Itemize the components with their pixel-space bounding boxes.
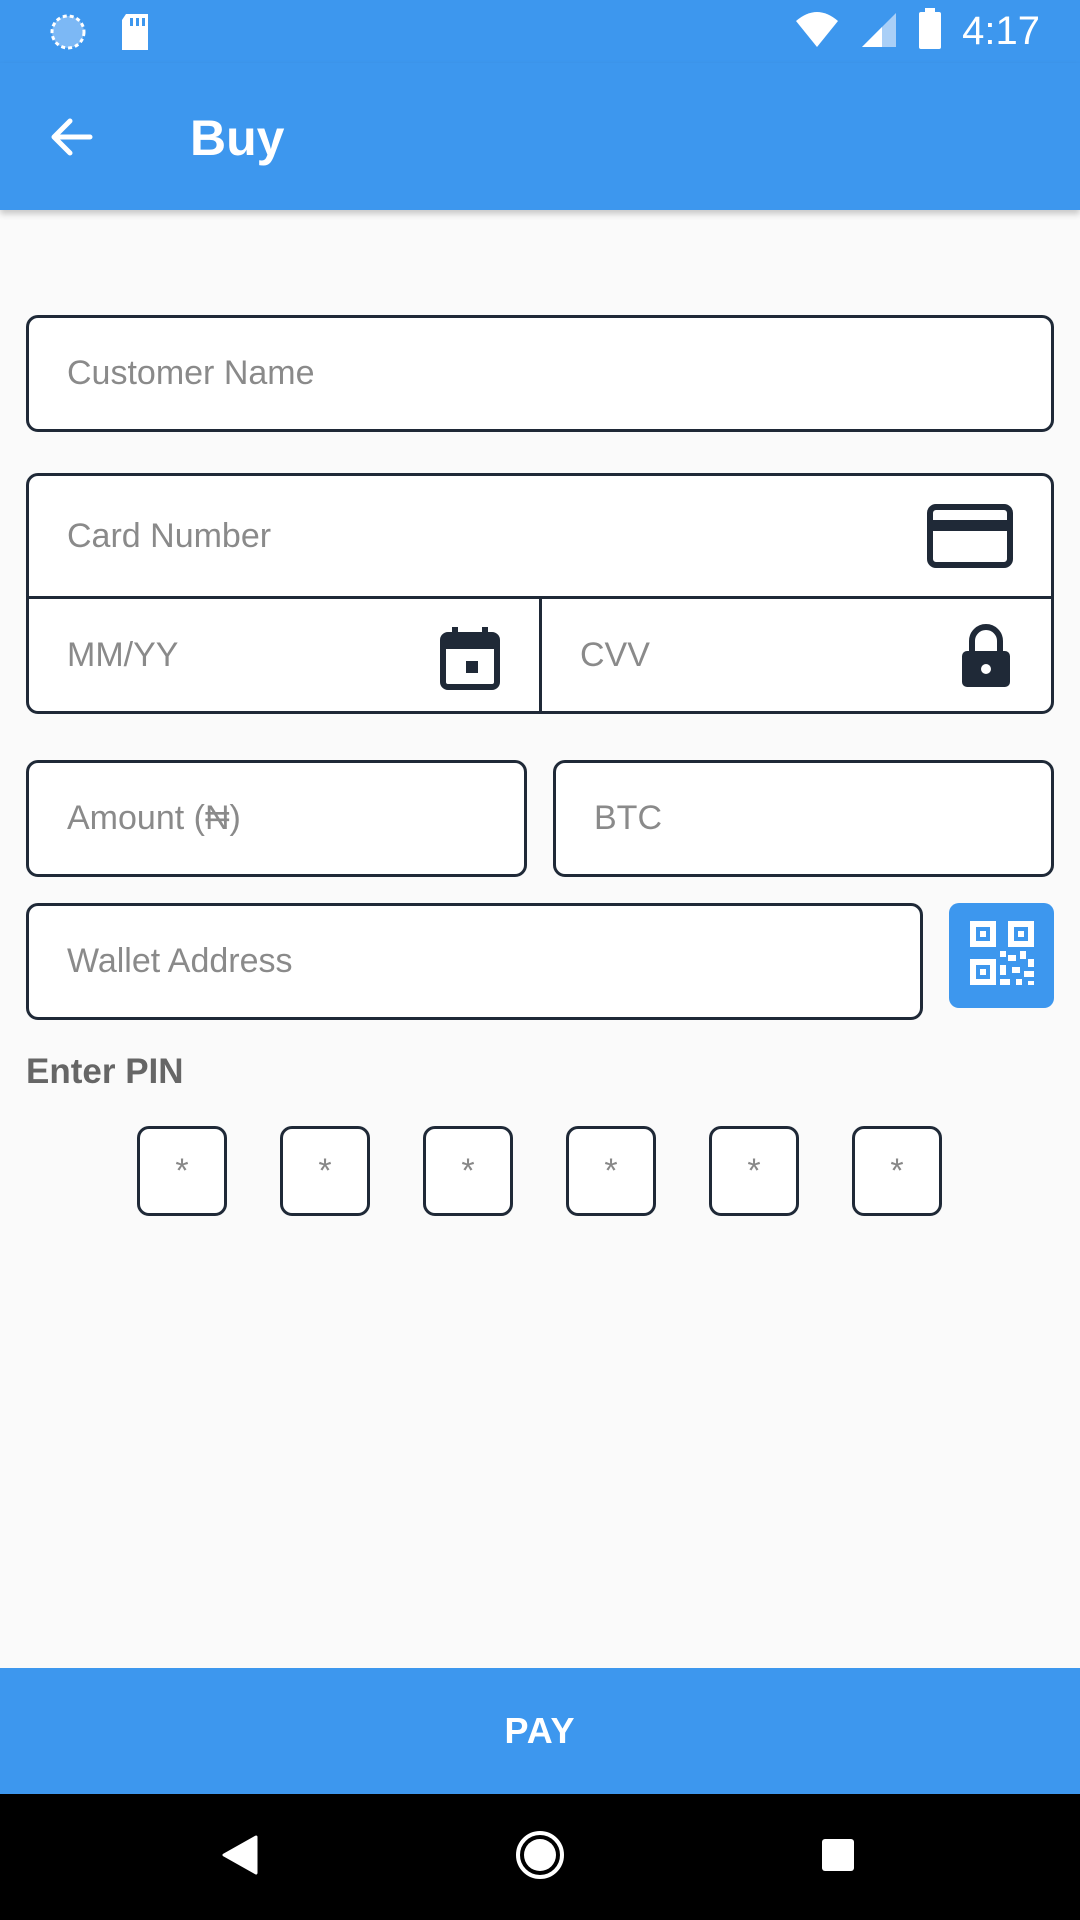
expiry-field[interactable] (26, 596, 542, 714)
sd-card-icon (118, 12, 152, 57)
pin-box[interactable]: * (280, 1126, 370, 1216)
system-nav-bar (0, 1794, 1080, 1920)
card-number-field[interactable] (26, 473, 1054, 599)
arrow-back-icon (48, 113, 96, 166)
back-nav-button[interactable] (205, 1822, 275, 1892)
lock-icon (959, 623, 1013, 694)
cvv-input[interactable] (580, 599, 886, 711)
pin-label: Enter PIN (26, 1052, 184, 1091)
credit-card-icon (927, 504, 1013, 573)
scan-qr-button[interactable] (949, 903, 1054, 1008)
pin-box[interactable]: * (566, 1126, 656, 1216)
customer-name-input[interactable] (67, 318, 834, 429)
status-time: 4:17 (962, 9, 1040, 53)
wallet-address-field[interactable] (26, 903, 923, 1020)
btc-input[interactable] (594, 763, 966, 874)
pay-button[interactable]: PAY (0, 1668, 1080, 1794)
recents-nav-button[interactable] (803, 1822, 873, 1892)
card-number-input[interactable] (67, 476, 834, 596)
expiry-input[interactable] (67, 599, 373, 711)
pin-box[interactable]: * (852, 1126, 942, 1216)
calendar-icon (439, 625, 501, 696)
status-bar: 4:17 (0, 0, 1080, 63)
back-nav-icon (220, 1833, 260, 1882)
home-nav-button[interactable] (505, 1822, 575, 1892)
signal-icon (860, 9, 898, 54)
cvv-field[interactable] (539, 596, 1054, 714)
btc-field[interactable] (553, 760, 1054, 877)
amount-input[interactable] (67, 763, 439, 874)
app-bar: Buy (0, 63, 1080, 210)
amount-field[interactable] (26, 760, 527, 877)
back-button[interactable] (42, 109, 102, 169)
page-title: Buy (190, 110, 285, 166)
home-nav-icon (514, 1829, 566, 1886)
battery-icon (918, 8, 942, 55)
recents-nav-icon (819, 1836, 857, 1879)
wallet-address-input[interactable] (67, 906, 736, 1017)
pin-box[interactable]: * (709, 1126, 799, 1216)
sync-icon (48, 12, 88, 57)
wifi-icon (794, 9, 840, 54)
pin-box[interactable]: * (423, 1126, 513, 1216)
customer-name-field[interactable] (26, 315, 1054, 432)
pin-box[interactable]: * (137, 1126, 227, 1216)
qr-code-icon (969, 921, 1034, 990)
